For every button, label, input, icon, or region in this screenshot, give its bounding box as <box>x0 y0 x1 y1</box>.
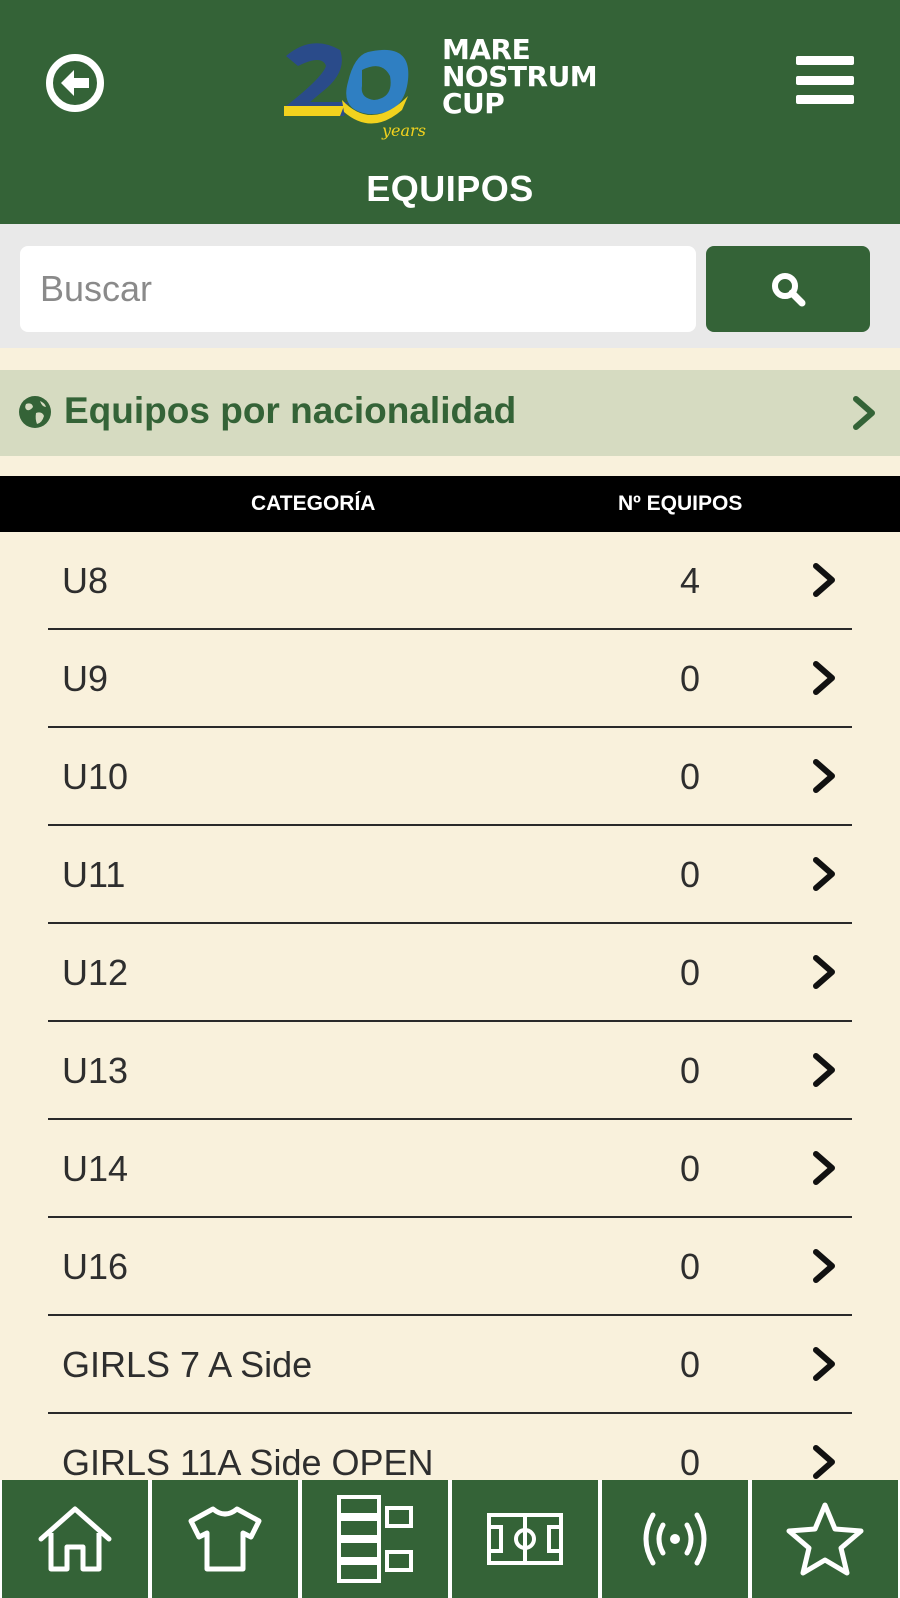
chevron-right-icon <box>813 1347 835 1381</box>
menu-bar <box>796 56 854 65</box>
team-count: 0 <box>679 952 701 993</box>
category-name: U11 <box>62 854 126 895</box>
category-name: U12 <box>62 952 129 993</box>
menu-bar <box>796 75 854 85</box>
chevron-right-icon <box>853 396 875 430</box>
category-name: U10 <box>62 756 129 797</box>
logo-line-2: NOSTRUM <box>442 60 598 93</box>
search-input[interactable] <box>20 246 696 332</box>
logo-line-1: MARE <box>442 33 531 66</box>
category-row[interactable]: U11 0 <box>0 826 900 924</box>
category-name: GIRLS 11A Side OPEN <box>62 1442 434 1483</box>
chevron-right-icon <box>813 1249 835 1283</box>
team-count: 0 <box>679 756 701 797</box>
category-name: U8 <box>62 560 109 601</box>
football-field-icon <box>487 1513 563 1565</box>
nationality-label: Equipos por nacionalidad <box>64 390 517 431</box>
category-name: U16 <box>62 1246 129 1287</box>
nav-live-button[interactable] <box>602 1480 748 1598</box>
mare-nostrum-cup-logo: years MARE NOSTRUM CUP <box>282 36 622 140</box>
home-icon <box>38 1506 112 1572</box>
team-count: 0 <box>679 1246 701 1287</box>
chevron-right-icon <box>813 857 835 891</box>
nav-home-button[interactable] <box>2 1480 148 1598</box>
category-row[interactable]: GIRLS 7 A Side 0 <box>0 1316 900 1414</box>
arrow-left-circle-icon <box>61 70 89 96</box>
category-name: U13 <box>62 1050 129 1091</box>
category-name: U14 <box>62 1148 129 1189</box>
chevron-right-icon <box>813 563 835 597</box>
nav-teams-button[interactable] <box>152 1480 298 1598</box>
nav-fields-button[interactable] <box>452 1480 598 1598</box>
team-count: 0 <box>679 1442 701 1483</box>
category-row[interactable]: U16 0 <box>0 1218 900 1316</box>
category-row[interactable]: U10 0 <box>0 728 900 826</box>
column-header-category: CATEGORÍA <box>251 492 376 515</box>
page-title: EQUIPOS <box>366 168 534 209</box>
logo-years-text: years <box>381 121 426 140</box>
teams-by-nationality-link[interactable]: Equipos por nacionalidad <box>0 370 900 456</box>
team-count: 0 <box>679 854 701 895</box>
anniversary-logo-graphic: years <box>284 43 426 140</box>
menu-bar <box>796 95 854 104</box>
chevron-right-icon <box>813 955 835 989</box>
team-count: 0 <box>679 1050 701 1091</box>
logo-line-3: CUP <box>442 87 505 120</box>
category-name: GIRLS 7 A Side <box>62 1344 313 1385</box>
category-row[interactable]: U9 0 <box>0 630 900 728</box>
team-count: 4 <box>679 560 701 601</box>
bracket-icon <box>337 1495 413 1583</box>
shirt-icon <box>188 1506 262 1572</box>
team-count: 0 <box>679 1148 701 1189</box>
team-count: 0 <box>679 1344 701 1385</box>
chevron-right-icon <box>813 1151 835 1185</box>
nav-favorites-button[interactable] <box>752 1480 898 1598</box>
category-list: U8 4 U9 0 U10 0 U11 0 U12 0 U13 0 U14 0 <box>0 532 900 1512</box>
category-name: U9 <box>62 658 109 699</box>
category-row[interactable]: U8 4 <box>0 532 900 630</box>
live-broadcast-icon <box>643 1512 707 1566</box>
chevron-right-icon <box>813 1053 835 1087</box>
category-row[interactable]: U12 0 <box>0 924 900 1022</box>
search-icon <box>772 273 806 307</box>
category-row[interactable]: U14 0 <box>0 1120 900 1218</box>
table-header: CATEGORÍA Nº EQUIPOS <box>0 476 900 532</box>
logo-wordmark: MARE NOSTRUM CUP <box>442 33 598 120</box>
chevron-right-icon <box>813 759 835 793</box>
chevron-right-icon <box>813 661 835 695</box>
search-bar <box>0 224 900 348</box>
star-icon <box>786 1502 864 1576</box>
nav-brackets-button[interactable] <box>302 1480 448 1598</box>
category-row[interactable]: U13 0 <box>0 1022 900 1120</box>
app-header: years MARE NOSTRUM CUP EQUIPOS <box>0 0 900 224</box>
column-header-team-count: Nº EQUIPOS <box>618 492 743 515</box>
menu-button[interactable] <box>796 56 854 104</box>
globe-icon <box>19 396 51 428</box>
chevron-right-icon <box>813 1445 835 1479</box>
back-button[interactable] <box>46 54 104 112</box>
bottom-navigation <box>0 1480 900 1598</box>
search-button[interactable] <box>706 246 870 332</box>
team-count: 0 <box>679 658 701 699</box>
